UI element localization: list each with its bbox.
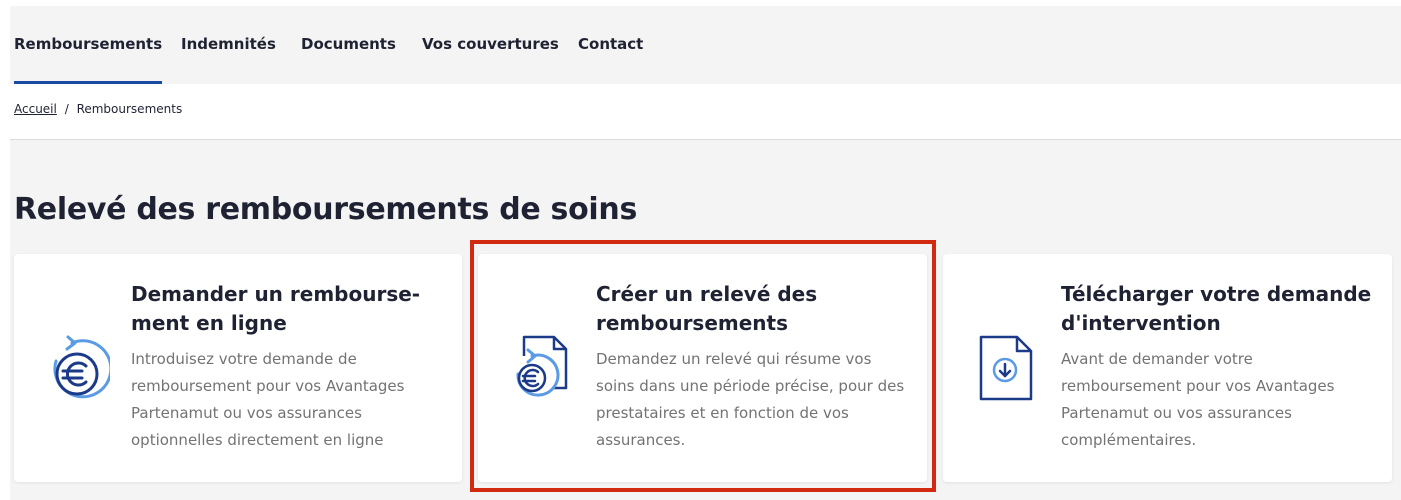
nav-item-vos-couvertures[interactable]: Vos couvertures — [422, 6, 559, 84]
card-description: Introduisez votre demande de rembourseme… — [131, 350, 405, 449]
nav-item-indemnites[interactable]: Indemnités — [181, 6, 276, 84]
card-download-intervention[interactable]: Télécharger votre demande d'intervention… — [943, 254, 1392, 482]
nav-item-contact[interactable]: Contact — [578, 6, 643, 84]
card-description: Avant de demander votre remboursement po… — [1061, 350, 1335, 449]
breadcrumb: Accueil / Remboursements — [14, 102, 182, 116]
nav-item-remboursements[interactable]: Remboursements — [14, 6, 163, 84]
card-title: Télécharger votre demande d'intervention — [1061, 282, 1372, 335]
card-description: Demandez un relevé qui résume vos soins … — [596, 350, 905, 449]
main-navigation: Remboursements Indemnités Documents Vos … — [10, 6, 1401, 84]
breadcrumb-current: Remboursements — [76, 102, 183, 116]
card-create-statement[interactable]: Créer un relevé des remboursements Deman… — [478, 254, 927, 482]
nav-item-documents[interactable]: Documents — [301, 6, 396, 84]
breadcrumb-home-link[interactable]: Accueil — [14, 102, 57, 116]
euro-document-icon — [508, 334, 572, 408]
euro-refresh-icon — [42, 333, 113, 407]
breadcrumb-separator: / — [64, 102, 69, 116]
download-document-icon — [977, 334, 1037, 408]
page-title: Relevé des remboursements de soins — [14, 192, 638, 227]
card-title: Créer un relevé des remboursements — [596, 282, 818, 335]
card-title: Demander un rembourse- ment en ligne — [131, 282, 421, 335]
card-online-reimbursement[interactable]: Demander un rembourse- ment en ligne Int… — [14, 254, 462, 482]
